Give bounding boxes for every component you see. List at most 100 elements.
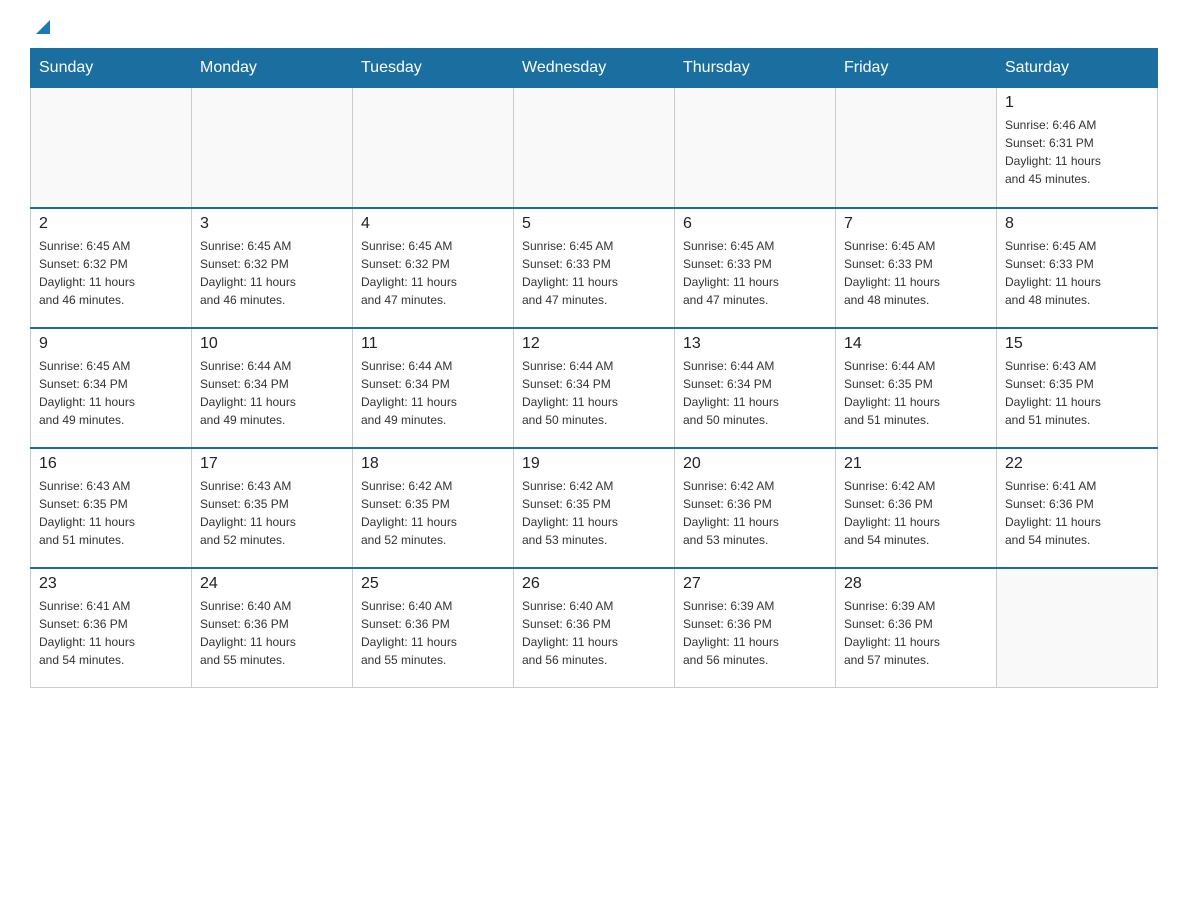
calendar-cell: 1Sunrise: 6:46 AMSunset: 6:31 PMDaylight…	[997, 88, 1158, 208]
calendar-cell: 22 Sunrise: 6:41 AMSunset: 6:36 PMDayligh…	[997, 448, 1158, 568]
day-number: 16	[39, 455, 183, 473]
day-number: 17	[200, 455, 344, 473]
day-info: Sunrise: 6:45 AMSunset: 6:33 PMDaylight:…	[683, 237, 827, 309]
calendar-cell: 21Sunrise: 6:42 AMSunset: 6:36 PMDayligh…	[836, 448, 997, 568]
page-header	[30, 20, 1158, 38]
calendar-cell: 2 Sunrise: 6:45 AMSunset: 6:32 PMDaylight…	[31, 208, 192, 328]
calendar-cell	[514, 88, 675, 208]
day-info: Sunrise: 6:43 AMSunset: 6:35 PMDaylight:…	[1005, 357, 1149, 429]
day-header-monday: Monday	[192, 49, 353, 88]
day-info: Sunrise: 6:45 AMSunset: 6:33 PMDaylight:…	[522, 237, 666, 309]
day-info: Sunrise: 6:44 AMSunset: 6:34 PMDaylight:…	[200, 357, 344, 429]
day-header-thursday: Thursday	[675, 49, 836, 88]
calendar-header-row: SundayMondayTuesdayWednesdayThursdayFrid…	[31, 49, 1158, 88]
day-info: Sunrise: 6:45 AMSunset: 6:33 PMDaylight:…	[1005, 237, 1149, 309]
calendar-cell: 20Sunrise: 6:42 AMSunset: 6:36 PMDayligh…	[675, 448, 836, 568]
day-number: 13	[683, 335, 827, 353]
day-number: 20	[683, 455, 827, 473]
day-number: 25	[361, 575, 505, 593]
calendar-cell: 24 Sunrise: 6:40 AMSunset: 6:36 PMDayligh…	[192, 568, 353, 688]
day-number: 24	[200, 575, 344, 593]
calendar-cell: 11Sunrise: 6:44 AMSunset: 6:34 PMDayligh…	[353, 328, 514, 448]
day-info: Sunrise: 6:45 AMSunset: 6:32 PMDaylight:…	[39, 237, 183, 309]
day-number: 2	[39, 215, 183, 233]
calendar-cell: 3 Sunrise: 6:45 AMSunset: 6:32 PMDaylight…	[192, 208, 353, 328]
calendar-cell: 10 Sunrise: 6:44 AMSunset: 6:34 PMDayligh…	[192, 328, 353, 448]
day-info: Sunrise: 6:45 AMSunset: 6:32 PMDaylight:…	[361, 237, 505, 309]
day-header-saturday: Saturday	[997, 49, 1158, 88]
day-info: Sunrise: 6:44 AMSunset: 6:34 PMDaylight:…	[683, 357, 827, 429]
day-number: 23	[39, 575, 183, 593]
calendar-cell	[836, 88, 997, 208]
calendar-week-row: 9Sunrise: 6:45 AMSunset: 6:34 PMDaylight…	[31, 328, 1158, 448]
logo-triangle-icon	[32, 16, 54, 38]
day-info: Sunrise: 6:42 AMSunset: 6:36 PMDaylight:…	[844, 477, 988, 549]
day-header-sunday: Sunday	[31, 49, 192, 88]
day-info: Sunrise: 6:41 AMSunset: 6:36 PMDaylight:…	[1005, 477, 1149, 549]
day-number: 6	[683, 215, 827, 233]
calendar-cell: 6 Sunrise: 6:45 AMSunset: 6:33 PMDaylight…	[675, 208, 836, 328]
day-info: Sunrise: 6:41 AMSunset: 6:36 PMDaylight:…	[39, 597, 183, 669]
day-info: Sunrise: 6:45 AMSunset: 6:32 PMDaylight:…	[200, 237, 344, 309]
day-info: Sunrise: 6:39 AMSunset: 6:36 PMDaylight:…	[683, 597, 827, 669]
day-info: Sunrise: 6:45 AMSunset: 6:33 PMDaylight:…	[844, 237, 988, 309]
day-info: Sunrise: 6:43 AMSunset: 6:35 PMDaylight:…	[39, 477, 183, 549]
calendar-week-row: 2 Sunrise: 6:45 AMSunset: 6:32 PMDaylight…	[31, 208, 1158, 328]
calendar-cell	[675, 88, 836, 208]
day-number: 15	[1005, 335, 1149, 353]
calendar-cell: 28 Sunrise: 6:39 AMSunset: 6:36 PMDayligh…	[836, 568, 997, 688]
calendar-table: SundayMondayTuesdayWednesdayThursdayFrid…	[30, 48, 1158, 688]
day-number: 11	[361, 335, 505, 353]
day-header-tuesday: Tuesday	[353, 49, 514, 88]
calendar-cell: 17Sunrise: 6:43 AMSunset: 6:35 PMDayligh…	[192, 448, 353, 568]
day-number: 10	[200, 335, 344, 353]
day-number: 3	[200, 215, 344, 233]
calendar-cell: 8 Sunrise: 6:45 AMSunset: 6:33 PMDaylight…	[997, 208, 1158, 328]
day-info: Sunrise: 6:40 AMSunset: 6:36 PMDaylight:…	[361, 597, 505, 669]
calendar-week-row: 16 Sunrise: 6:43 AMSunset: 6:35 PMDayligh…	[31, 448, 1158, 568]
calendar-cell: 18 Sunrise: 6:42 AMSunset: 6:35 PMDayligh…	[353, 448, 514, 568]
calendar-cell: 9Sunrise: 6:45 AMSunset: 6:34 PMDaylight…	[31, 328, 192, 448]
calendar-week-row: 1Sunrise: 6:46 AMSunset: 6:31 PMDaylight…	[31, 88, 1158, 208]
day-number: 22	[1005, 455, 1149, 473]
day-info: Sunrise: 6:42 AMSunset: 6:35 PMDaylight:…	[361, 477, 505, 549]
day-header-friday: Friday	[836, 49, 997, 88]
calendar-cell: 7 Sunrise: 6:45 AMSunset: 6:33 PMDaylight…	[836, 208, 997, 328]
day-number: 14	[844, 335, 988, 353]
logo	[30, 20, 54, 38]
day-info: Sunrise: 6:46 AMSunset: 6:31 PMDaylight:…	[1005, 116, 1149, 188]
day-number: 27	[683, 575, 827, 593]
calendar-cell	[31, 88, 192, 208]
day-number: 12	[522, 335, 666, 353]
day-number: 9	[39, 335, 183, 353]
calendar-cell: 27 Sunrise: 6:39 AMSunset: 6:36 PMDayligh…	[675, 568, 836, 688]
calendar-cell: 14 Sunrise: 6:44 AMSunset: 6:35 PMDayligh…	[836, 328, 997, 448]
day-number: 26	[522, 575, 666, 593]
day-info: Sunrise: 6:40 AMSunset: 6:36 PMDaylight:…	[522, 597, 666, 669]
day-number: 7	[844, 215, 988, 233]
day-info: Sunrise: 6:44 AMSunset: 6:34 PMDaylight:…	[522, 357, 666, 429]
calendar-cell	[997, 568, 1158, 688]
calendar-cell: 13 Sunrise: 6:44 AMSunset: 6:34 PMDayligh…	[675, 328, 836, 448]
calendar-cell: 12 Sunrise: 6:44 AMSunset: 6:34 PMDayligh…	[514, 328, 675, 448]
calendar-cell: 5 Sunrise: 6:45 AMSunset: 6:33 PMDaylight…	[514, 208, 675, 328]
calendar-cell: 19 Sunrise: 6:42 AMSunset: 6:35 PMDayligh…	[514, 448, 675, 568]
calendar-cell	[192, 88, 353, 208]
day-number: 19	[522, 455, 666, 473]
calendar-cell: 4 Sunrise: 6:45 AMSunset: 6:32 PMDaylight…	[353, 208, 514, 328]
calendar-cell: 16 Sunrise: 6:43 AMSunset: 6:35 PMDayligh…	[31, 448, 192, 568]
day-number: 5	[522, 215, 666, 233]
day-header-wednesday: Wednesday	[514, 49, 675, 88]
day-number: 28	[844, 575, 988, 593]
calendar-cell: 26 Sunrise: 6:40 AMSunset: 6:36 PMDayligh…	[514, 568, 675, 688]
day-number: 8	[1005, 215, 1149, 233]
day-number: 18	[361, 455, 505, 473]
calendar-cell: 25 Sunrise: 6:40 AMSunset: 6:36 PMDayligh…	[353, 568, 514, 688]
day-info: Sunrise: 6:39 AMSunset: 6:36 PMDaylight:…	[844, 597, 988, 669]
day-number: 4	[361, 215, 505, 233]
calendar-cell	[353, 88, 514, 208]
day-info: Sunrise: 6:44 AMSunset: 6:35 PMDaylight:…	[844, 357, 988, 429]
calendar-cell: 15 Sunrise: 6:43 AMSunset: 6:35 PMDayligh…	[997, 328, 1158, 448]
day-info: Sunrise: 6:40 AMSunset: 6:36 PMDaylight:…	[200, 597, 344, 669]
day-info: Sunrise: 6:42 AMSunset: 6:35 PMDaylight:…	[522, 477, 666, 549]
